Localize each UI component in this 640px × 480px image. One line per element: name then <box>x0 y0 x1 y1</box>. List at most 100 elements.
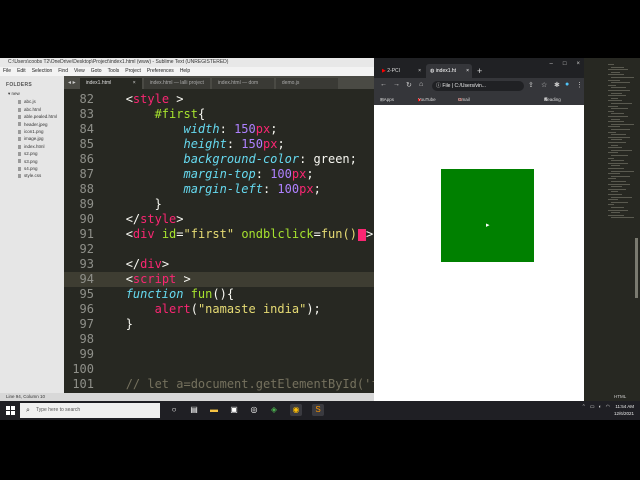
apps-icon[interactable]: ⊞ Apps <box>380 94 394 105</box>
tab-index1[interactable]: index1.html × <box>79 78 142 89</box>
store-icon[interactable]: ▣ <box>228 404 240 416</box>
app-icon[interactable]: ◈ <box>268 404 280 416</box>
minimap-line <box>611 212 620 214</box>
code-token: (){ <box>212 287 235 301</box>
code-token: 100 <box>277 182 300 196</box>
close-icon[interactable]: × <box>133 78 136 89</box>
profile-avatar[interactable]: ● <box>565 81 569 88</box>
close-window-icon[interactable]: × <box>576 61 580 67</box>
info-icon: ⓘ <box>436 83 442 89</box>
share-icon[interactable]: ⇪ <box>528 81 534 89</box>
sidebar-file[interactable]: abc.html <box>0 104 64 112</box>
task-view-icon[interactable]: ○ <box>168 404 180 416</box>
tab-index-lalli[interactable]: index.html — lalli project <box>143 78 210 89</box>
extensions-icon[interactable]: ✱ <box>554 81 560 89</box>
sidebar-file[interactable]: s3.png <box>0 156 64 164</box>
line-number: 86 <box>79 152 94 166</box>
minimap-line <box>611 108 628 110</box>
minimap-line <box>608 131 616 133</box>
home-icon[interactable]: ⌂ <box>419 81 423 88</box>
file-explorer-icon[interactable]: ▬ <box>208 404 220 416</box>
bookmark-star-icon[interactable]: ☆ <box>541 81 547 89</box>
sidebar-file[interactable]: style.css <box>0 171 64 178</box>
sublime-text-icon[interactable]: S <box>312 404 324 416</box>
forward-icon[interactable]: → <box>393 81 400 88</box>
code-line: 96 alert("namaste india"); <box>64 302 374 317</box>
maximize-icon[interactable]: □ <box>563 61 567 67</box>
code-token: ; <box>270 122 278 136</box>
network-icon[interactable]: ▭ <box>590 404 595 410</box>
sidebar-file[interactable]: s2.png <box>0 149 64 156</box>
minimap-line <box>608 64 614 65</box>
green-div-first[interactable]: ▸ <box>441 169 534 262</box>
sidebar-file[interactable]: index.html <box>0 141 64 149</box>
code-token: alert <box>154 302 191 316</box>
tab-index-dom[interactable]: index.html — dom <box>211 78 274 89</box>
tab-scroll-arrows[interactable]: ◂ ▸ <box>64 79 80 89</box>
browser-tab-index1[interactable]: ◍ index1.ht × <box>426 64 472 78</box>
menu-item[interactable]: Tools <box>108 67 120 76</box>
minimap-line <box>608 183 630 185</box>
code-token: // let a=document.getElementById('firs <box>125 377 374 391</box>
code-token: script <box>132 272 177 286</box>
menu-dots-icon[interactable]: ⋮ <box>576 81 583 89</box>
code-token: ondblclick <box>234 227 314 241</box>
widgets-icon[interactable]: ▤ <box>188 404 200 416</box>
sidebar-file[interactable]: abc.js <box>0 97 64 104</box>
line-number: 94 <box>79 272 94 286</box>
browser-tab-label: index1.ht <box>435 68 457 74</box>
sidebar-file[interactable]: image.jpg <box>0 134 64 141</box>
chrome-icon[interactable]: ◉ <box>290 404 302 416</box>
windows-start-button[interactable] <box>6 406 15 415</box>
code-token: } <box>154 197 162 211</box>
minimap[interactable]: HTML <box>584 58 640 401</box>
settings-icon[interactable]: ◎ <box>248 404 260 416</box>
code-line: 94 <script > <box>64 272 374 287</box>
close-icon[interactable]: × <box>466 64 469 78</box>
minimap-line <box>611 82 630 84</box>
menu-item[interactable]: Help <box>180 67 190 76</box>
back-icon[interactable]: ← <box>380 81 387 88</box>
url-text: C:/Users/vin... <box>454 83 486 89</box>
wifi-icon[interactable]: ◠ <box>606 404 610 410</box>
menu-item[interactable]: Find <box>58 67 68 76</box>
address-bar[interactable]: ⓘ File | C:/Users/vin... <box>432 81 524 91</box>
sidebar-file[interactable]: icon1.png <box>0 127 64 134</box>
code-token: : <box>226 137 242 151</box>
sidebar-file[interactable]: s4.png <box>0 164 64 171</box>
sidebar-file[interactable]: header.jpeg <box>0 119 64 127</box>
chevron-up-icon[interactable]: ⌃ <box>582 404 586 410</box>
menu-item[interactable]: File <box>3 67 11 76</box>
browser-tab-pci[interactable]: ▶ 2-PCI × <box>378 64 424 78</box>
minimap-line <box>608 136 630 138</box>
syntax-label[interactable]: HTML <box>614 394 626 399</box>
line-number: 83 <box>79 107 94 121</box>
new-tab-button[interactable]: + <box>477 66 482 76</box>
code-line: 84 width: 150px; <box>64 122 374 137</box>
line-number: 85 <box>79 137 94 151</box>
menu-item[interactable]: View <box>74 67 85 76</box>
minimap-line <box>608 194 622 195</box>
volume-icon[interactable]: ◐ <box>599 404 602 410</box>
sidebar-file[interactable]: able.pealed.html <box>0 112 64 119</box>
minimap-line <box>611 66 624 68</box>
menu-item[interactable]: Goto <box>91 67 102 76</box>
line-number: 97 <box>79 317 94 331</box>
menu-item[interactable]: Project <box>125 67 141 76</box>
reload-icon[interactable]: ↻ <box>406 81 412 89</box>
line-number: 92 <box>79 242 94 256</box>
close-icon[interactable]: × <box>418 64 421 78</box>
tab-demo-js[interactable]: demo.js <box>275 78 338 89</box>
clock[interactable]: 11:54 AM 12/6/2021 <box>614 403 634 417</box>
code-editor[interactable]: 82 <style >83 #first{84 width: 150px; 85 … <box>64 89 374 406</box>
code-token: px <box>291 167 307 181</box>
menu-item[interactable]: Selection <box>32 67 53 76</box>
minimize-icon[interactable]: – <box>550 61 553 67</box>
taskbar-search[interactable]: ⌕ Type here to search <box>20 403 160 418</box>
menu-item[interactable]: Preferences <box>147 67 174 76</box>
sidebar-folder[interactable]: ▾ new <box>0 88 64 97</box>
minimap-scrollbar[interactable] <box>635 238 638 298</box>
menu-item[interactable]: Edit <box>17 67 26 76</box>
